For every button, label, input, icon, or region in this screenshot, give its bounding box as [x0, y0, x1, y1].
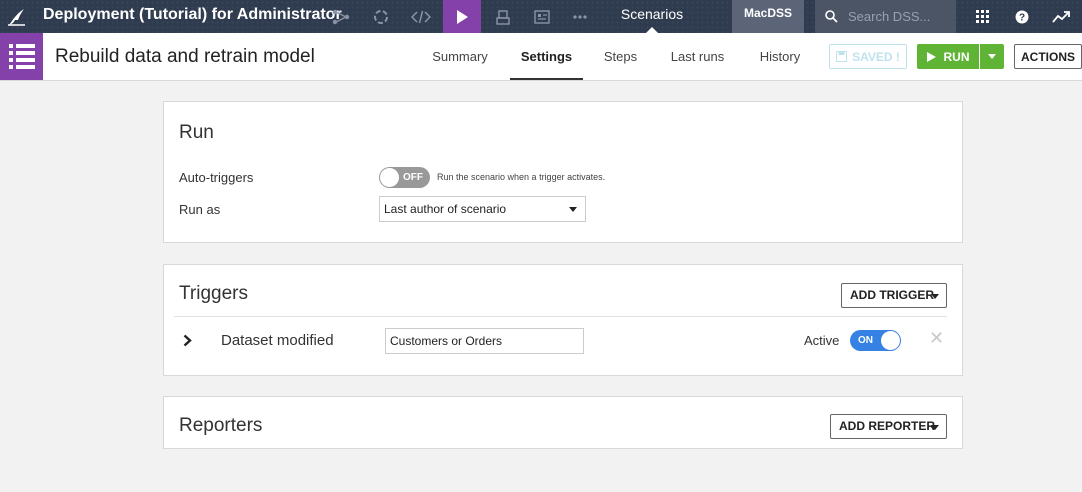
- divider: [174, 316, 947, 317]
- apps-grid-icon[interactable]: [967, 0, 997, 33]
- dashboard-icon[interactable]: [523, 0, 561, 33]
- trigger-active-label: Active: [804, 333, 840, 348]
- instance-name: MacDSS: [732, 0, 804, 33]
- add-trigger-label: ADD TRIGGER: [850, 288, 934, 302]
- run-button[interactable]: RUN: [917, 44, 979, 69]
- jobs-play-icon[interactable]: [443, 0, 481, 33]
- svg-text:?: ?: [1019, 12, 1025, 23]
- chevron-down-icon: [931, 425, 939, 430]
- toggle-knob: [881, 331, 900, 350]
- saved-button[interactable]: SAVED !: [829, 44, 907, 69]
- chevron-down-icon: [988, 54, 996, 59]
- run-as-label: Run as: [179, 202, 221, 217]
- toggle-state: OFF: [403, 172, 423, 183]
- trigger-datasets-input[interactable]: Customers or Orders: [385, 328, 584, 354]
- run-as-select[interactable]: Last author of scenario: [379, 196, 586, 222]
- auto-triggers-hint: Run the scenario when a trigger activate…: [437, 172, 606, 182]
- more-icon[interactable]: [561, 0, 599, 33]
- run-panel: Run Auto-triggers OFF Run the scenario w…: [163, 101, 963, 243]
- triggers-panel: Triggers ADD TRIGGER Dataset modified Cu…: [163, 264, 963, 376]
- reporters-panel: Reporters ADD REPORTER: [163, 396, 963, 449]
- scenario-list-icon[interactable]: [0, 33, 43, 80]
- scenario-header: Rebuild data and retrain model Summary S…: [0, 33, 1082, 81]
- flow-icon[interactable]: [322, 0, 360, 33]
- search-input[interactable]: Search DSS...: [848, 9, 930, 24]
- toggle-knob: [380, 168, 399, 187]
- tab-last-runs[interactable]: Last runs: [660, 33, 735, 80]
- auto-triggers-toggle[interactable]: OFF: [379, 167, 430, 188]
- page-title[interactable]: Rebuild data and retrain model: [55, 33, 315, 80]
- reporters-panel-title: Reporters: [179, 415, 263, 436]
- run-label: RUN: [943, 49, 970, 64]
- top-navbar: Deployment (Tutorial) for Administrator …: [0, 0, 1082, 33]
- search-icon: [825, 10, 838, 23]
- saved-label: SAVED !: [852, 49, 900, 64]
- nav-scenarios[interactable]: Scenarios: [600, 0, 704, 33]
- tab-summary[interactable]: Summary: [423, 33, 497, 80]
- run-options-dropdown[interactable]: [980, 44, 1004, 69]
- code-icon[interactable]: [402, 0, 440, 33]
- expand-chevron-icon[interactable]: [183, 334, 192, 352]
- run-panel-title: Run: [179, 122, 214, 143]
- chevron-down-icon: [569, 207, 577, 212]
- save-disk-icon: [836, 51, 848, 62]
- tab-settings[interactable]: Settings: [510, 33, 583, 80]
- trigger-active-toggle[interactable]: ON: [850, 330, 901, 351]
- dss-logo-icon[interactable]: [0, 0, 33, 33]
- toggle-state: ON: [858, 335, 873, 346]
- add-reporter-label: ADD REPORTER: [839, 419, 936, 433]
- triggers-panel-title: Triggers: [179, 283, 248, 304]
- lab-icon[interactable]: [362, 0, 400, 33]
- add-reporter-button[interactable]: ADD REPORTER: [830, 414, 947, 439]
- tab-steps[interactable]: Steps: [596, 33, 645, 80]
- activity-trend-icon[interactable]: [1046, 0, 1076, 33]
- project-title[interactable]: Deployment (Tutorial) for Administrator: [43, 0, 342, 33]
- help-icon[interactable]: ?: [1007, 0, 1037, 33]
- delete-trigger-close-icon[interactable]: ✕: [929, 328, 944, 349]
- tab-history[interactable]: History: [751, 33, 809, 80]
- deployer-icon[interactable]: [484, 0, 522, 33]
- search-box[interactable]: Search DSS...: [815, 0, 956, 33]
- play-icon: [926, 51, 936, 62]
- add-trigger-button[interactable]: ADD TRIGGER: [841, 283, 947, 308]
- chevron-down-icon: [931, 294, 939, 299]
- run-as-value: Last author of scenario: [384, 202, 507, 216]
- auto-triggers-label: Auto-triggers: [179, 170, 254, 185]
- actions-button[interactable]: ACTIONS: [1014, 44, 1082, 69]
- trigger-name[interactable]: Dataset modified: [221, 332, 334, 349]
